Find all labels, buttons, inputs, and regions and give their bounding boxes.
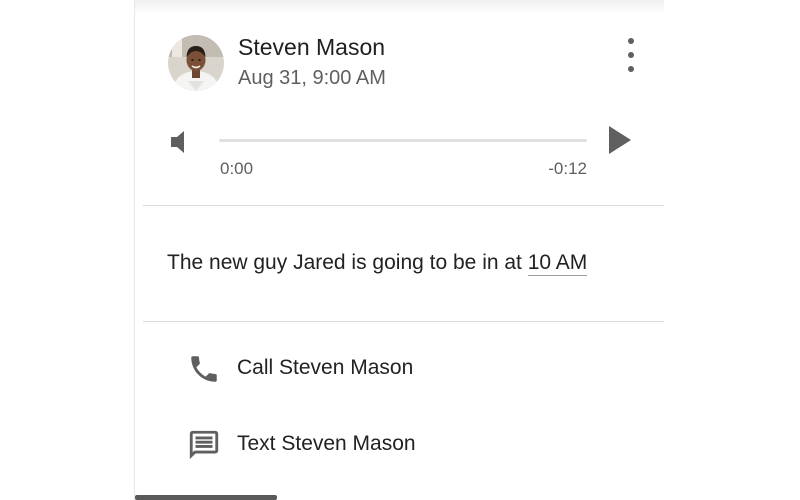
volume-icon[interactable] bbox=[169, 129, 191, 155]
elapsed-time: 0:00 bbox=[220, 159, 254, 178]
avatar-photo bbox=[168, 35, 224, 91]
phone-icon bbox=[187, 352, 221, 386]
more-vert-icon[interactable] bbox=[617, 38, 645, 72]
voicemail-screen: Steven Mason Aug 31, 9:00 AM 0:00 -0:12 bbox=[0, 0, 800, 500]
text-label: Text Steven Mason bbox=[237, 432, 416, 455]
remaining-time: -0:12 bbox=[548, 159, 587, 178]
sender-name: Steven Mason bbox=[238, 34, 386, 60]
call-button[interactable]: Call Steven Mason bbox=[135, 340, 664, 396]
transcript-body: The new guy Jared is going to be in at bbox=[167, 251, 528, 274]
play-icon[interactable] bbox=[607, 125, 633, 155]
scrollbar[interactable] bbox=[135, 495, 277, 500]
menu-dot bbox=[628, 66, 634, 72]
call-label: Call Steven Mason bbox=[237, 356, 414, 379]
message-icon bbox=[187, 428, 221, 462]
voicemail-card: Steven Mason Aug 31, 9:00 AM 0:00 -0:12 bbox=[135, 0, 664, 500]
avatar[interactable] bbox=[168, 35, 224, 91]
divider bbox=[143, 205, 664, 206]
progress-slider[interactable] bbox=[219, 139, 587, 142]
transcript-time-link[interactable]: 10 AM bbox=[527, 251, 588, 276]
message-timestamp: Aug 31, 9:00 AM bbox=[238, 67, 386, 89]
divider bbox=[143, 321, 664, 322]
audio-player: 0:00 -0:12 bbox=[135, 115, 664, 195]
menu-dot bbox=[628, 52, 634, 58]
transcript-text: The new guy Jared is going to be in at 1… bbox=[167, 251, 588, 276]
text-button[interactable]: Text Steven Mason bbox=[135, 416, 664, 472]
message-header: Steven Mason Aug 31, 9:00 AM bbox=[135, 0, 664, 110]
menu-dot bbox=[628, 38, 634, 44]
